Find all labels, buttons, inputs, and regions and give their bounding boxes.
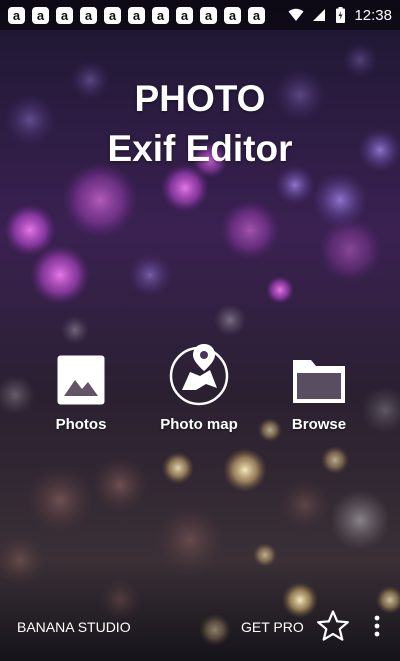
bottom-bar: BANANA STUDIO GET PRO xyxy=(0,595,400,661)
photo-map-label: Photo map xyxy=(160,416,238,433)
app-notification-icon: a xyxy=(248,6,265,24)
star-icon[interactable] xyxy=(316,609,350,643)
get-pro-button[interactable]: GET PRO xyxy=(241,619,304,635)
app-notification-icon: a xyxy=(104,6,121,24)
app-notification-icon: a xyxy=(224,6,241,24)
app-notification-icon: a xyxy=(128,6,145,24)
image-icon xyxy=(57,355,105,405)
app-notification-icon: a xyxy=(200,6,217,24)
battery-charging-icon xyxy=(336,7,346,23)
status-clock: 12:38 xyxy=(354,6,392,24)
banana-studio-link[interactable]: BANANA STUDIO xyxy=(17,619,131,635)
overflow-menu-icon[interactable] xyxy=(366,612,388,640)
app-notification-icon: a xyxy=(8,6,25,24)
app-notification-icon: a xyxy=(32,6,49,24)
folder-icon xyxy=(293,360,345,403)
app-notification-icon: a xyxy=(80,6,97,24)
app-title-line2: Exif Editor xyxy=(107,128,293,169)
browse-button[interactable]: Browse xyxy=(259,340,379,433)
signal-icon xyxy=(313,9,326,21)
browse-label: Browse xyxy=(291,416,347,433)
photos-label: Photos xyxy=(55,416,107,433)
status-bar: a a a a a a a a a a a 12:38 xyxy=(0,0,400,30)
app-notification-icon: a xyxy=(152,6,169,24)
notification-icons: a a a a a a a a a a a xyxy=(8,6,272,24)
photo-map-button[interactable]: Photo map xyxy=(139,340,259,433)
app-notification-icon: a xyxy=(176,6,193,24)
wifi-icon xyxy=(288,8,304,21)
app-title-line1: PHOTO xyxy=(134,78,266,119)
map-pin-icon xyxy=(169,344,229,406)
photos-button[interactable]: Photos xyxy=(21,340,141,433)
app-notification-icon: a xyxy=(56,6,73,24)
app-screen: a a a a a a a a a a a 12:38 PHOTO Exif E… xyxy=(0,0,400,661)
